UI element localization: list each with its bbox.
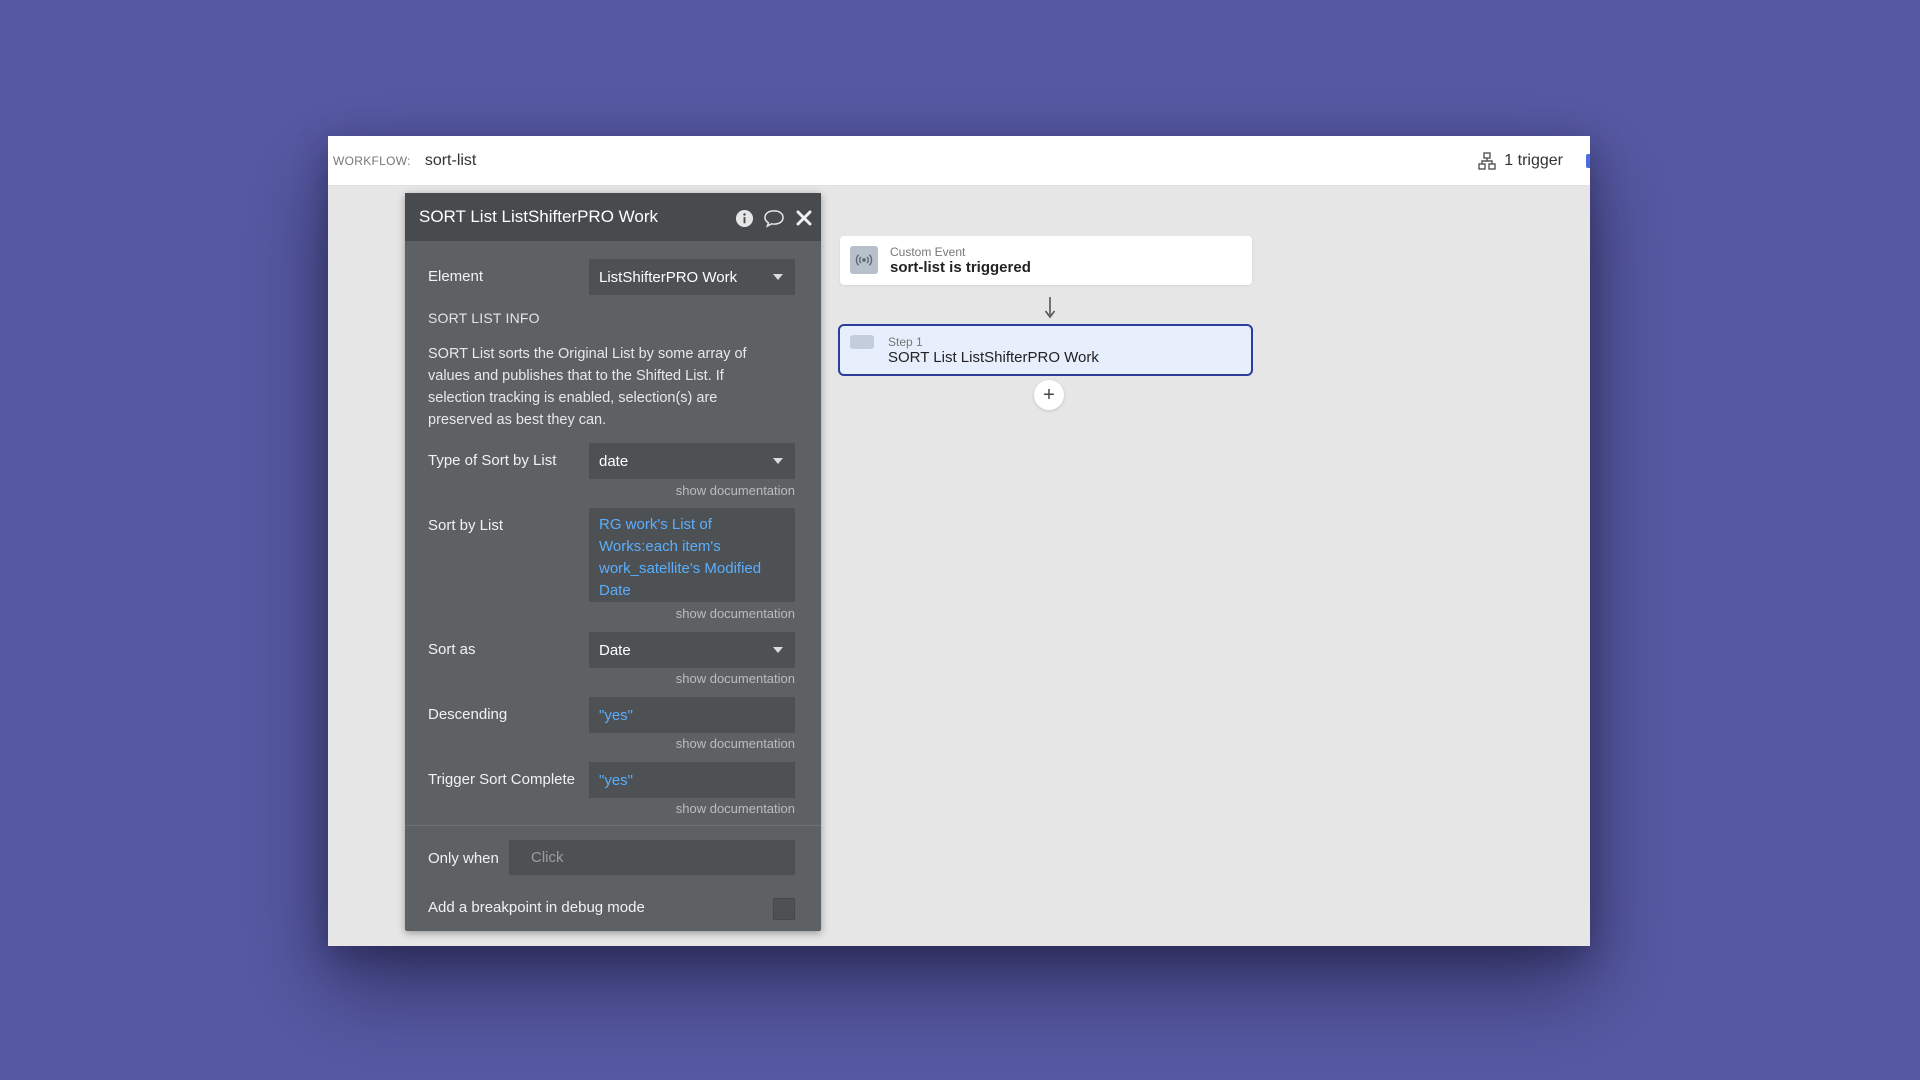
edge-indicator bbox=[1586, 154, 1590, 168]
trigger-sort-complete-value: "yes" bbox=[599, 771, 633, 789]
element-label: Element bbox=[428, 268, 484, 285]
step-number-label: Step 1 bbox=[888, 335, 923, 349]
sort-type-value: date bbox=[599, 452, 629, 470]
descending-label: Descending bbox=[428, 706, 508, 723]
breakpoint-checkbox[interactable] bbox=[773, 898, 795, 920]
trigger-count-label: 1 trigger bbox=[1504, 152, 1563, 169]
add-step-button[interactable]: + bbox=[1034, 380, 1064, 410]
event-name-label: sort-list is triggered bbox=[890, 259, 1031, 276]
sort-type-label: Type of Sort by List bbox=[428, 452, 557, 469]
breakpoint-label: Add a breakpoint in debug mode bbox=[428, 899, 645, 916]
show-documentation-link[interactable]: show documentation bbox=[676, 483, 795, 498]
broadcast-icon bbox=[850, 246, 878, 274]
sort-list-info-heading: SORT LIST INFO bbox=[428, 310, 540, 326]
sort-by-list-expression[interactable]: RG work's List of Works:each item's work… bbox=[589, 508, 795, 602]
sort-as-dropdown[interactable]: Date bbox=[589, 632, 795, 668]
event-type-label: Custom Event bbox=[890, 245, 966, 259]
workflow-topbar: WORKFLOW: sort-list 1 trigger bbox=[328, 136, 1590, 186]
sort-list-info-text: SORT List sorts the Original List by som… bbox=[428, 346, 747, 428]
trigger-sort-complete-expression[interactable]: "yes" bbox=[589, 762, 795, 798]
info-icon[interactable] bbox=[733, 207, 755, 229]
plus-icon: + bbox=[1043, 383, 1055, 406]
element-value: ListShifterPRO Work bbox=[599, 268, 738, 286]
descending-value: "yes" bbox=[599, 706, 633, 724]
sort-as-value: Date bbox=[599, 641, 631, 659]
trigger-sort-complete-label: Trigger Sort Complete bbox=[428, 771, 575, 788]
workflow-name[interactable]: sort-list bbox=[425, 152, 477, 170]
sort-as-label: Sort as bbox=[428, 641, 476, 658]
panel-header: SORT List ListShifterPRO Work bbox=[405, 193, 821, 241]
trigger-count-button[interactable]: 1 trigger bbox=[1478, 136, 1563, 186]
comment-icon[interactable] bbox=[763, 207, 785, 229]
panel-divider bbox=[405, 825, 821, 826]
step-1-card[interactable]: Step 1 SORT List ListShifterPRO Work bbox=[838, 324, 1253, 376]
workflow-label: WORKFLOW: bbox=[333, 153, 411, 168]
workflow-editor-window: WORKFLOW: sort-list 1 trigger SORT List … bbox=[328, 136, 1590, 946]
chevron-down-icon bbox=[773, 274, 783, 280]
show-documentation-link[interactable]: show documentation bbox=[676, 671, 795, 686]
sort-by-list-label: Sort by List bbox=[428, 517, 504, 534]
close-icon[interactable] bbox=[793, 207, 815, 229]
only-when-input[interactable]: Click bbox=[509, 840, 795, 875]
descending-expression[interactable]: "yes" bbox=[589, 697, 795, 733]
step-icon bbox=[850, 335, 874, 349]
show-documentation-link[interactable]: show documentation bbox=[676, 736, 795, 751]
panel-title: SORT List ListShifterPRO Work bbox=[419, 207, 659, 226]
sort-by-list-value: RG work's List of Works:each item's work… bbox=[599, 516, 762, 599]
action-property-panel: SORT List ListShifterPRO Work Element Li… bbox=[405, 193, 821, 931]
chevron-down-icon bbox=[773, 647, 783, 653]
arrow-down-icon bbox=[1044, 296, 1056, 325]
only-when-label: Only when bbox=[428, 850, 499, 867]
show-documentation-link[interactable]: show documentation bbox=[676, 801, 795, 816]
show-documentation-link[interactable]: show documentation bbox=[676, 606, 795, 621]
custom-event-card[interactable]: Custom Event sort-list is triggered bbox=[840, 236, 1252, 285]
sort-type-dropdown[interactable]: date bbox=[589, 443, 795, 479]
step-action-label: SORT List ListShifterPRO Work bbox=[888, 349, 1099, 366]
chevron-down-icon bbox=[773, 458, 783, 464]
only-when-placeholder: Click bbox=[531, 849, 564, 866]
trigger-tree-icon bbox=[1478, 152, 1496, 170]
element-dropdown[interactable]: ListShifterPRO Work bbox=[589, 259, 795, 295]
